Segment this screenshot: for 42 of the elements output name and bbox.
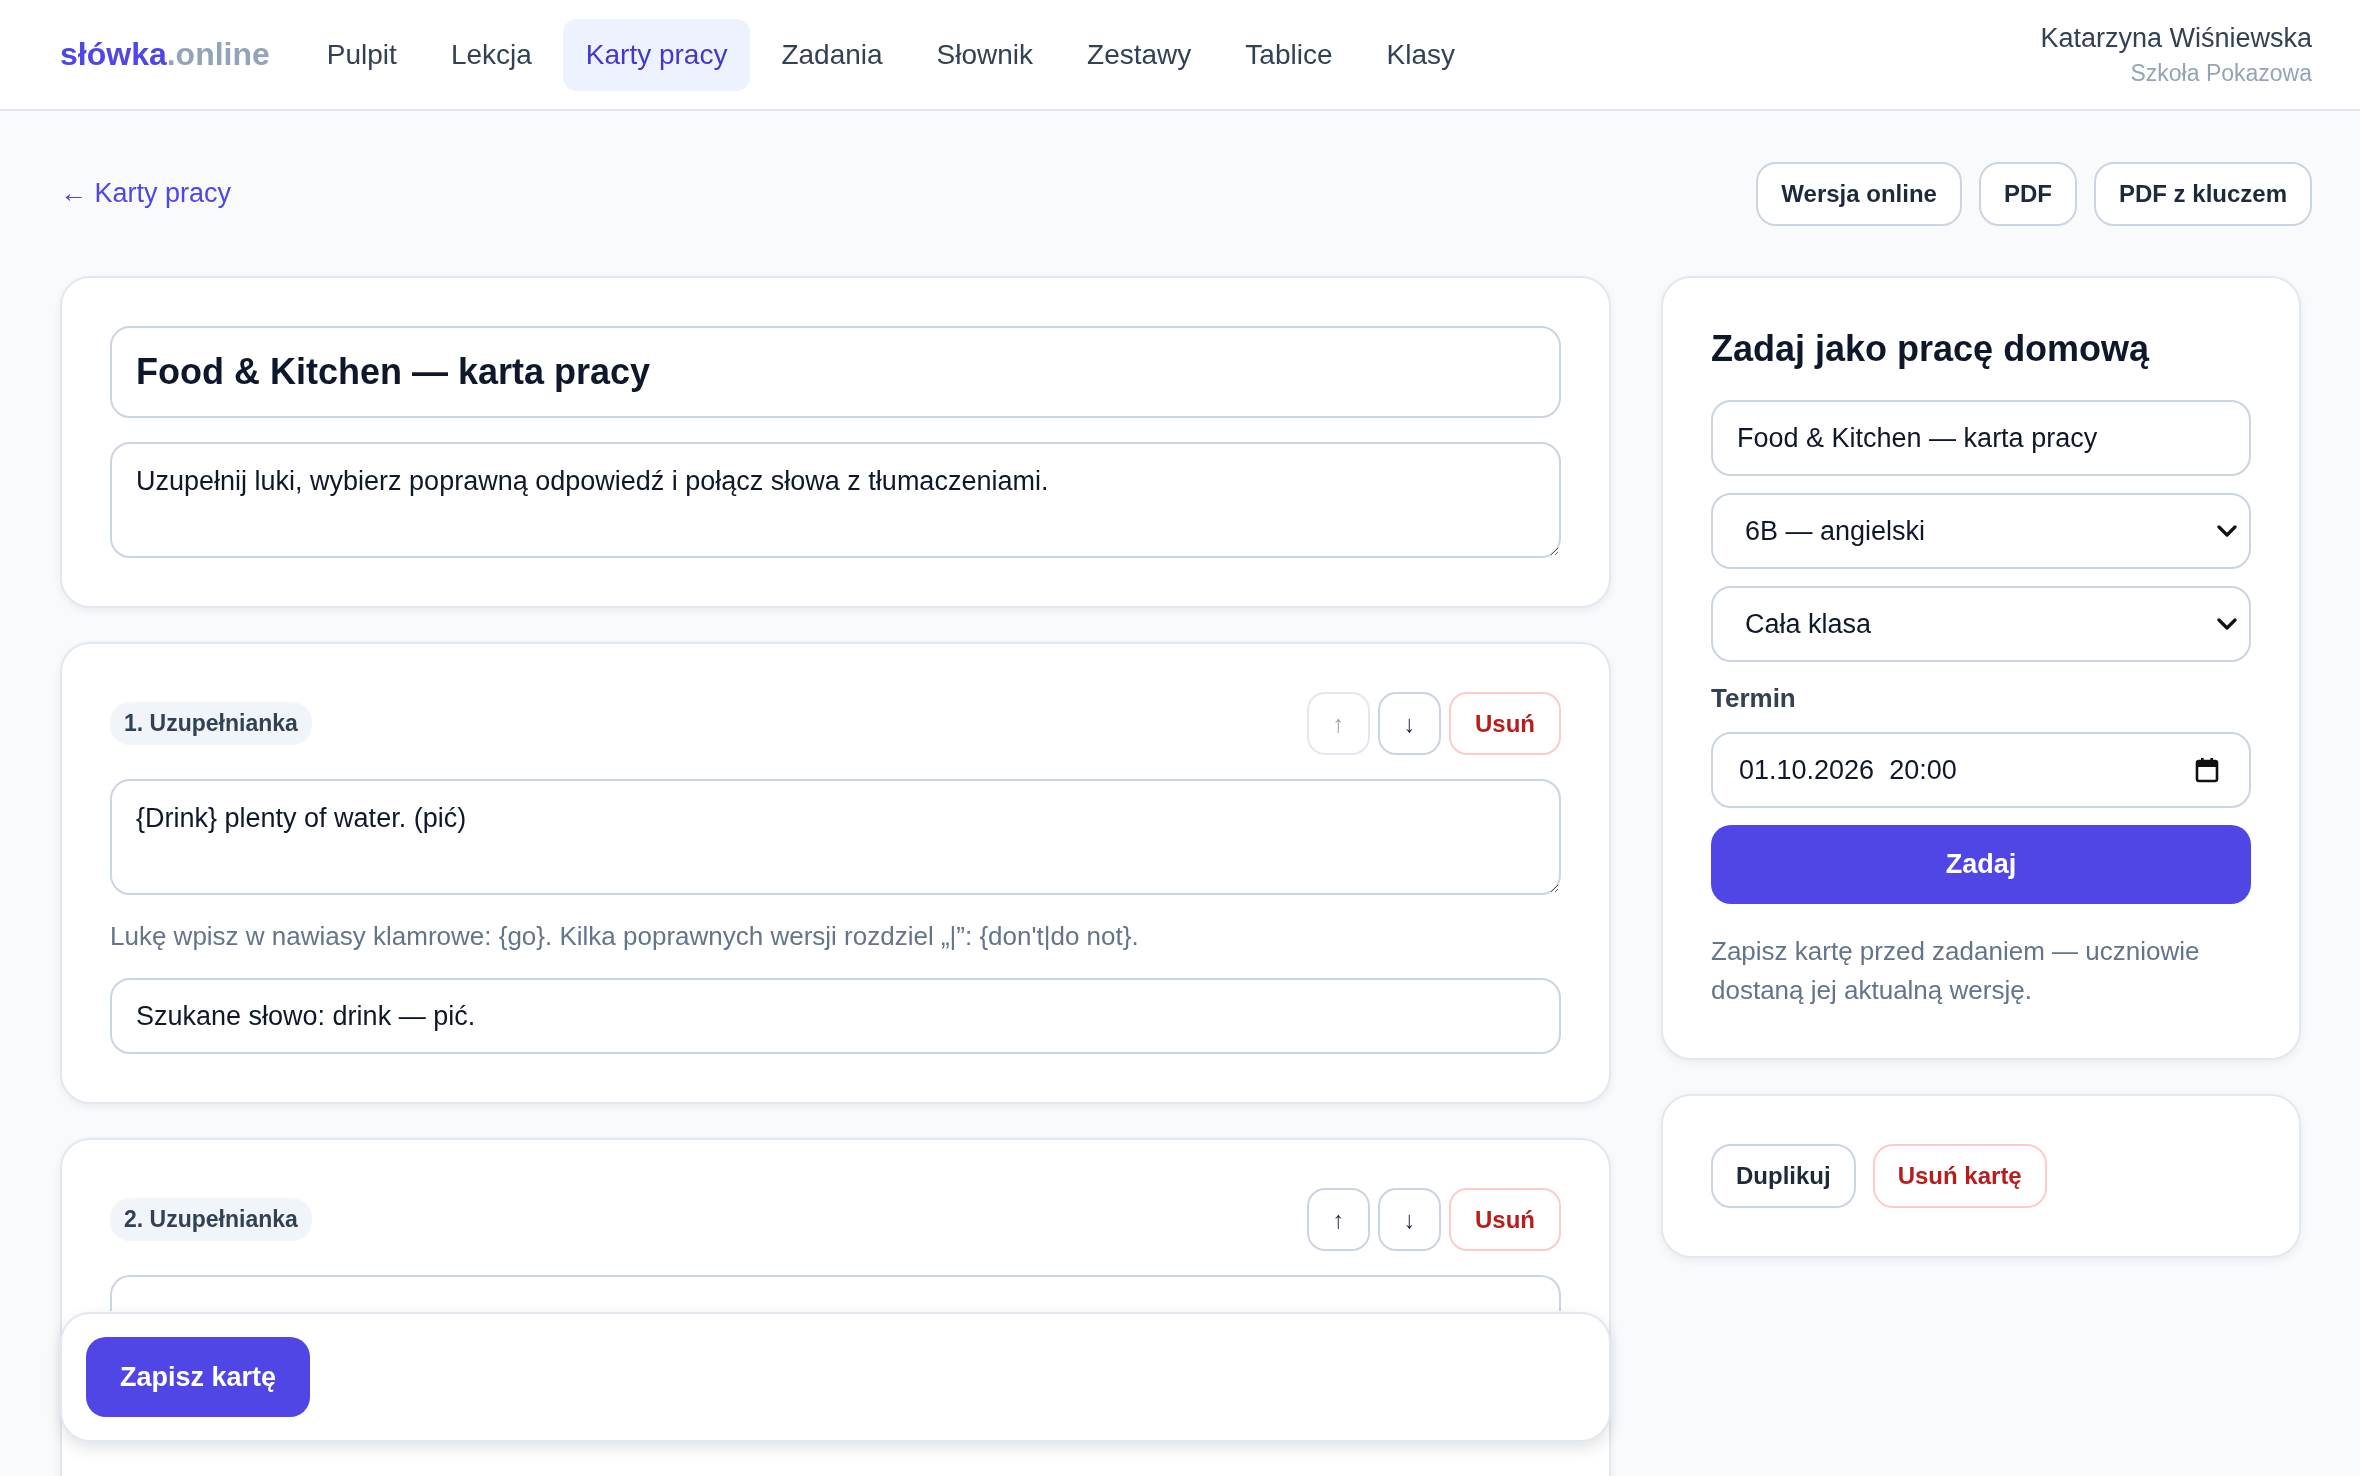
- exercise-content-field[interactable]: {Drink} plenty of water. (pić): [110, 779, 1561, 895]
- brand-logo[interactable]: słówka.online: [60, 36, 270, 73]
- assign-button[interactable]: Zadaj: [1711, 825, 2251, 904]
- move-up-button[interactable]: ↑: [1307, 1188, 1370, 1251]
- back-link[interactable]: ← Karty pracy: [60, 178, 232, 209]
- deadline-label: Termin: [1711, 683, 1797, 714]
- chevron-down-icon: [2217, 525, 2237, 537]
- export-button[interactable]: PDF z kluczem: [2093, 161, 2312, 226]
- nav-tab[interactable]: Zadania: [758, 18, 906, 91]
- assign-note: Zapisz kartę przed zadaniem — uczniowie dostaną jej aktualną wersję.: [1711, 935, 2201, 1007]
- chevron-down-icon: [2217, 618, 2237, 630]
- user-name: Katarzyna Wiśniewska: [2040, 22, 2312, 54]
- nav-tab[interactable]: Tablice: [1222, 18, 1356, 91]
- move-down-button[interactable]: ↓: [1378, 692, 1441, 755]
- assign-title: Zadaj jako pracę domową: [1711, 328, 2151, 370]
- nav-tab[interactable]: Pulpit: [303, 18, 420, 91]
- group-select[interactable]: Cała klasa: [1711, 586, 2251, 662]
- save-button[interactable]: Zapisz kartę: [86, 1337, 311, 1417]
- card-action-button[interactable]: Duplikuj: [1711, 1144, 1856, 1208]
- card-action-button[interactable]: Usuń kartę: [1872, 1144, 2047, 1208]
- nav-tab[interactable]: Karty pracy: [562, 18, 751, 91]
- export-button[interactable]: PDF: [1978, 161, 2077, 226]
- class-select[interactable]: 6B — angielski: [1711, 493, 2251, 569]
- nav-tab[interactable]: Klasy: [1363, 18, 1478, 91]
- delete-button[interactable]: Usuń: [1449, 1188, 1561, 1251]
- hint-text: Lukę wpisz w nawiasy klamrowe: {go}. Kilka poprawnych wersji rozdziel „|”: {don't|do not}.: [110, 921, 1140, 952]
- school-name: Szkoła Pokazowa: [2130, 59, 2312, 87]
- exercise-type-label: 2. Uzupełnianka: [110, 1198, 312, 1241]
- exercise-type-label: 1. Uzupełnianka: [110, 702, 312, 745]
- deadline-field[interactable]: 01.10.2026 20:00: [1711, 732, 2251, 808]
- nav-tab[interactable]: Lekcja: [427, 18, 555, 91]
- answer-field[interactable]: Szukane słowo: drink — pić.: [110, 978, 1561, 1054]
- delete-button[interactable]: Usuń: [1449, 692, 1561, 755]
- calendar-icon: [2195, 757, 2219, 783]
- assignment-name-field[interactable]: Food & Kitchen — karta pracy: [1711, 400, 2251, 476]
- nav-tab[interactable]: Zestawy: [1064, 18, 1215, 91]
- exercise-content-field[interactable]: [110, 1275, 1561, 1311]
- move-down-button[interactable]: ↓: [1378, 1188, 1441, 1251]
- export-button[interactable]: Wersja online: [1756, 161, 1962, 226]
- description-field[interactable]: Uzupełnij luki, wybierz poprawną odpowiedź i połącz słowa z tłumaczeniami.: [110, 442, 1561, 558]
- nav-tab[interactable]: Słownik: [913, 18, 1057, 91]
- title-field[interactable]: Food & Kitchen — karta pracy: [110, 326, 1561, 418]
